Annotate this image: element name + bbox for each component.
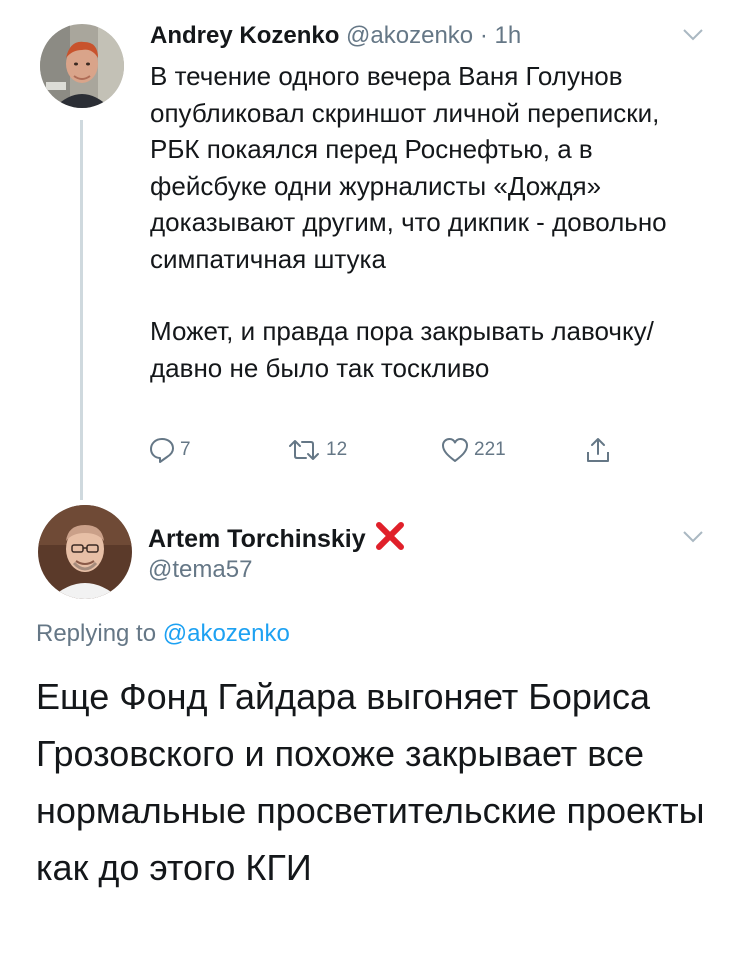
retweet-button[interactable]: 12 <box>286 436 347 464</box>
tweet2-author-name[interactable]: Artem Torchinskiy <box>148 525 366 554</box>
chevron-down-icon[interactable] <box>682 530 704 544</box>
like-button[interactable]: 221 <box>440 436 506 464</box>
tweet2-text: Еще Фонд Гайдара выгоняет Бориса Грозовс… <box>36 676 705 888</box>
tweet1-author-handle[interactable]: @akozenko <box>346 22 473 49</box>
tweet1-header: Andrey Kozenko @akozenko · 1h <box>150 22 521 50</box>
reply-count: 7 <box>180 439 191 460</box>
tweet1-paragraph-1: В течение одного вечера Ваня Голунов опу… <box>150 61 667 274</box>
tweet2-author-handle[interactable]: @tema57 <box>148 556 252 584</box>
tweet2-author-name-row: Artem Torchinskiy <box>148 520 406 559</box>
share-button[interactable] <box>584 436 612 464</box>
tweet1-text: В течение одного вечера Ваня Голунов опу… <box>150 58 710 386</box>
tweet1-author-name[interactable]: Andrey Kozenko <box>150 22 339 49</box>
tweet1-action-bar: 7 12 221 <box>0 436 739 472</box>
retweet-icon <box>289 440 319 460</box>
retweet-count: 12 <box>326 439 348 460</box>
reply-icon <box>150 438 174 463</box>
share-icon <box>587 438 609 462</box>
tweet1-paragraph-2: Может, и правда пора закрывать лавочку/д… <box>150 316 654 383</box>
replying-to-handle-link[interactable]: @akozenko <box>163 620 290 647</box>
tweet1-meta-separator: · <box>473 22 495 49</box>
replying-to-line: Replying to @akozenko <box>36 620 290 648</box>
avatar-artem-torchinskiy[interactable] <box>38 505 132 599</box>
chevron-down-icon[interactable] <box>682 28 704 42</box>
cross-mark-icon <box>374 520 406 559</box>
like-count: 221 <box>474 439 506 460</box>
avatar-andrey-kozenko[interactable] <box>40 24 124 108</box>
like-icon <box>442 438 468 462</box>
tweet1-timestamp[interactable]: 1h <box>494 22 521 49</box>
replying-to-label: Replying to <box>36 620 163 647</box>
reply-button[interactable]: 7 <box>148 436 191 464</box>
